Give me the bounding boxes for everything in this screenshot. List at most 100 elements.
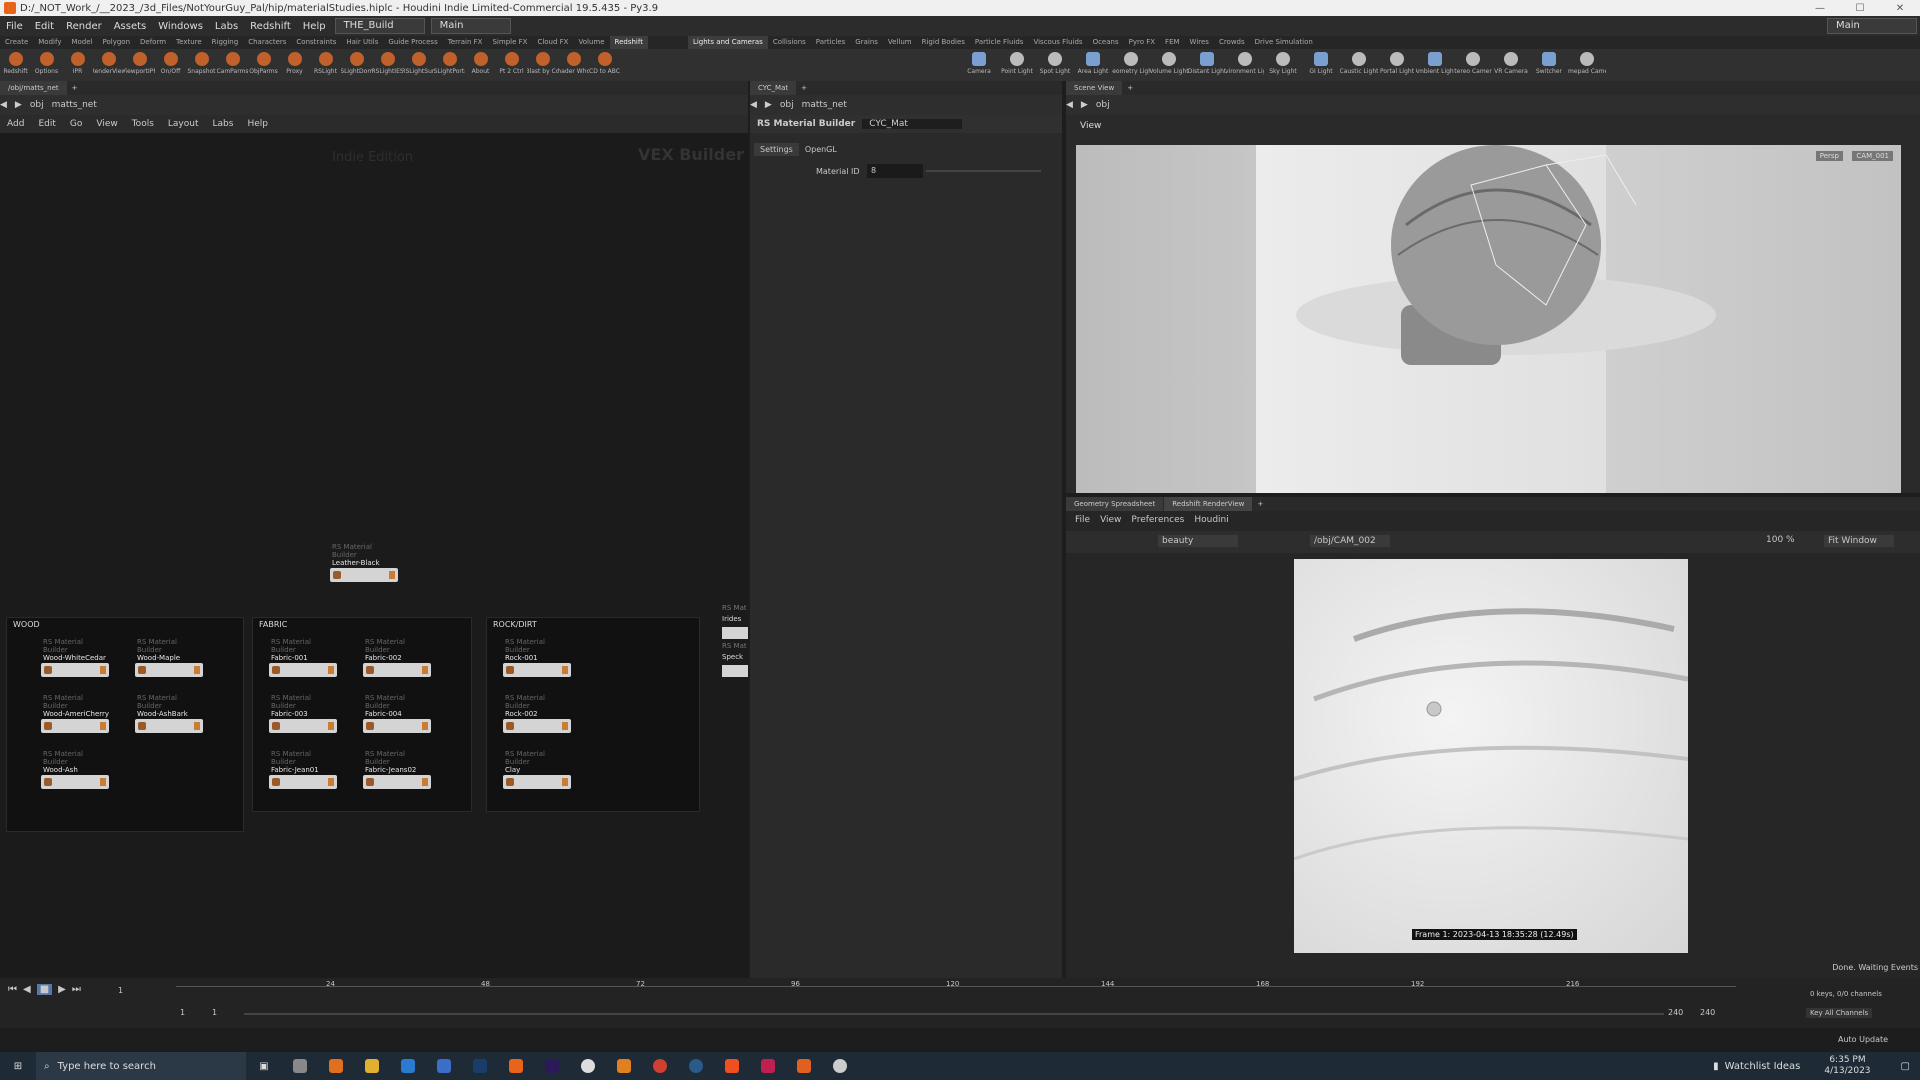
node-body[interactable] [41, 663, 109, 677]
menu-windows[interactable]: Windows [152, 21, 209, 32]
play-icon[interactable]: ▶ [58, 984, 66, 995]
shelf-tool[interactable]: Proxy [279, 49, 310, 81]
shelf-tab[interactable]: Hair Utils [341, 36, 383, 49]
node-body[interactable] [503, 719, 571, 733]
app-icon-3[interactable] [574, 1056, 602, 1076]
net-menu-item[interactable]: Add [0, 119, 31, 129]
range-start[interactable]: 1 [180, 1008, 185, 1017]
material-node[interactable]: RS Material Builder Wood-Maple [135, 638, 203, 677]
net-menu-item[interactable]: Help [240, 119, 275, 129]
persp-button[interactable]: Persp [1815, 151, 1843, 161]
material-node[interactable]: RS Material Builder Fabric-001 [269, 638, 337, 677]
path-obj[interactable]: obj [780, 100, 794, 110]
shelf-tab[interactable]: Pyro FX [1124, 36, 1160, 49]
shelf-tab[interactable]: Create [0, 36, 33, 49]
search-box[interactable]: ⌕ Type here to search [36, 1052, 246, 1080]
shelf-tool[interactable]: Options [31, 49, 62, 81]
node-body[interactable] [135, 719, 203, 733]
file-explorer-icon[interactable] [358, 1056, 386, 1076]
jump-end-icon[interactable]: ⏭ [72, 984, 81, 995]
frame-ruler[interactable] [176, 986, 1736, 1000]
material-id-slider[interactable] [926, 170, 1041, 172]
windows-start-icon[interactable]: ⊞ [4, 1056, 32, 1076]
material-node[interactable]: RS Material Builder Wood-AmeriCherry [41, 694, 109, 733]
add-tab-icon[interactable]: + [1253, 500, 1267, 508]
material-node[interactable]: RS Material Builder Fabric-Jeans02 [363, 750, 431, 789]
partial-node-body[interactable] [722, 627, 748, 639]
net-menu-item[interactable]: Tools [125, 119, 161, 129]
shelf-tab[interactable]: Viscous Fluids [1028, 36, 1087, 49]
tab-network[interactable]: /obj/matts_net [0, 81, 67, 95]
shelf-tool[interactable]: Distant Light [1188, 49, 1226, 81]
render-menu-houdini[interactable]: Houdini [1189, 515, 1233, 525]
maximize-icon[interactable]: ☐ [1840, 3, 1880, 14]
shelf-tab[interactable]: Volume [573, 36, 609, 49]
desktop-right-selector[interactable]: Main [1827, 18, 1917, 34]
menu-assets[interactable]: Assets [108, 21, 153, 32]
app-icon-5[interactable] [790, 1056, 818, 1076]
material-node[interactable]: RS Material Builder Rock-002 [503, 694, 571, 733]
material-node[interactable]: RS Material Builder Wood-AshBark [135, 694, 203, 733]
render-menu-preferences[interactable]: Preferences [1126, 515, 1189, 525]
shelf-tool[interactable]: Environment Light [1226, 49, 1264, 81]
shelf-tool[interactable]: RSLightPortal [434, 49, 465, 81]
render-menu-view[interactable]: View [1095, 515, 1126, 525]
node-body[interactable] [269, 719, 337, 733]
range-end[interactable]: 240 [1668, 1008, 1683, 1017]
shelf-tool[interactable]: Stereo Camera [1454, 49, 1492, 81]
node-body[interactable] [363, 719, 431, 733]
stop-icon[interactable]: ■ [36, 984, 53, 995]
shelf-tool[interactable]: ViewportIPR [124, 49, 155, 81]
clock[interactable]: 6:35 PM 4/13/2023 [1824, 1055, 1870, 1077]
path-net[interactable]: matts_net [802, 100, 847, 110]
shelf-tab[interactable]: Redshift [609, 36, 648, 49]
app-icon-6[interactable] [826, 1056, 854, 1076]
node-body[interactable] [363, 775, 431, 789]
material-node[interactable]: RS Material Builder Wood-Ash [41, 750, 109, 789]
step-back-icon[interactable]: ◀ [23, 984, 31, 995]
shelf-tool[interactable]: On/Off [155, 49, 186, 81]
shelf-tab[interactable]: Collisions [768, 36, 811, 49]
network-box-wood[interactable]: WOOD RS Material Builder Wood-WhiteCedar RS… [6, 617, 244, 832]
material-node[interactable]: RS Material Builder Rock-001 [503, 638, 571, 677]
shelf-tool[interactable]: Redshift [0, 49, 31, 81]
shield-icon[interactable] [430, 1056, 458, 1076]
zoom-level[interactable]: 100 % [1766, 535, 1795, 545]
shelf-tab[interactable]: Oceans [1088, 36, 1124, 49]
node-name-field[interactable]: CYC_Mat [862, 119, 963, 129]
watchlist-icon[interactable]: ▮ [1713, 1061, 1719, 1072]
shelf-tab[interactable]: Deform [135, 36, 171, 49]
tab-redshift-renderview[interactable]: Redshift RenderView [1164, 497, 1253, 511]
shelf-tool[interactable]: RSLightIES [372, 49, 403, 81]
context-selector[interactable]: Main [430, 18, 511, 34]
shelf-tool[interactable]: VR Camera [1492, 49, 1530, 81]
shelf-tab[interactable]: Guide Process [383, 36, 442, 49]
material-id-field[interactable]: 8 [867, 164, 923, 178]
task-view-icon[interactable]: ▣ [250, 1056, 278, 1076]
shelf-tool[interactable]: Area Light [1074, 49, 1112, 81]
tab-parameters[interactable]: CYC_Mat [750, 81, 797, 95]
path-obj[interactable]: obj [1096, 100, 1110, 110]
shelf-tab[interactable]: Simple FX [487, 36, 532, 49]
material-node[interactable]: RS Material Builder Wood-WhiteCedar [41, 638, 109, 677]
shelf-tab[interactable]: Cloud FX [532, 36, 573, 49]
shelf-tab[interactable]: Lights and Cameras [687, 36, 768, 49]
shelf-tool[interactable]: Blast by Cd [527, 49, 558, 81]
shelf-tab[interactable]: Wires [1185, 36, 1214, 49]
menu-labs[interactable]: Labs [209, 21, 244, 32]
node-body[interactable] [503, 663, 571, 677]
back-icon[interactable]: ◀ [750, 100, 757, 110]
material-node[interactable]: RS Material Builder Fabric-002 [363, 638, 431, 677]
node-body[interactable] [41, 775, 109, 789]
shelf-tool[interactable]: Camera [960, 49, 998, 81]
shelf-tool[interactable]: Geometry Light [1112, 49, 1150, 81]
shelf-tool[interactable]: Ambient Light [1416, 49, 1454, 81]
viewport[interactable]: Persp CAM_001 [1076, 145, 1901, 493]
app-icon-2[interactable] [322, 1056, 350, 1076]
node-body[interactable] [330, 568, 398, 582]
shelf-tool[interactable]: Sky Light [1264, 49, 1302, 81]
jump-start-icon[interactable]: ⏮ [8, 984, 17, 995]
node-body[interactable] [135, 663, 203, 677]
desktop-selector[interactable]: THE_Build [334, 18, 425, 34]
range-start2[interactable]: 1 [212, 1008, 217, 1017]
